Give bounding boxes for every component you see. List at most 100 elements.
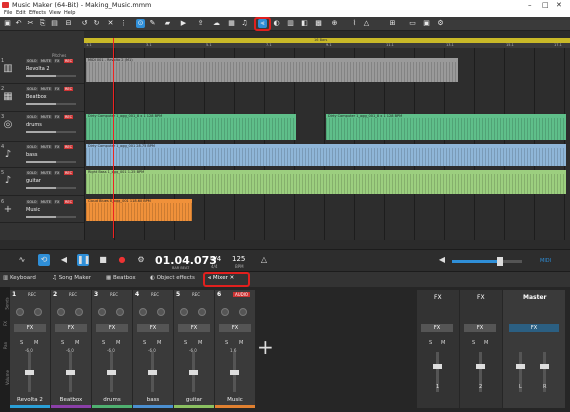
- loop-icon[interactable]: ⟲: [38, 254, 50, 266]
- send-knob[interactable]: [75, 308, 83, 316]
- time-signature[interactable]: 4/4: [210, 255, 221, 263]
- trim-icon[interactable]: ⊟: [64, 19, 73, 28]
- channel-rec-label[interactable]: REC: [69, 292, 77, 297]
- mute-button[interactable]: M: [34, 340, 38, 346]
- rec-button[interactable]: REC: [64, 145, 74, 149]
- send-knob[interactable]: [239, 308, 247, 316]
- send-knob[interactable]: [157, 308, 165, 316]
- track-header[interactable]: 6 + SOLO MUTE FX REC Music: [0, 199, 84, 223]
- track-header[interactable]: 3 ◎ SOLO MUTE FX REC drums: [0, 114, 84, 142]
- midi-label[interactable]: MIDI: [540, 258, 551, 264]
- menu-file[interactable]: File: [4, 10, 12, 17]
- rec-button[interactable]: REC: [64, 115, 74, 119]
- tab-object-effects[interactable]: ◐ Object effects: [150, 275, 195, 281]
- master-fx-button[interactable]: FX: [509, 324, 559, 332]
- cut-icon[interactable]: ✂: [26, 19, 35, 28]
- mute-button[interactable]: MUTE: [40, 200, 52, 204]
- rec-button[interactable]: REC: [64, 171, 74, 175]
- bpm-value[interactable]: 125: [232, 255, 245, 263]
- channel-fx-button[interactable]: FX: [14, 324, 46, 332]
- fx-button[interactable]: FX: [54, 145, 61, 149]
- media-icon[interactable]: ▭: [408, 19, 417, 28]
- send-knob[interactable]: [139, 308, 147, 316]
- track-volume-slider[interactable]: [26, 187, 76, 189]
- settings-icon[interactable]: ⚙: [436, 19, 445, 28]
- send-knob[interactable]: [57, 308, 65, 316]
- preview-icon[interactable]: ⊞: [388, 19, 397, 28]
- mute-button[interactable]: M: [239, 340, 243, 346]
- channel-fader[interactable]: [148, 352, 157, 392]
- keyboard-toolbar-icon[interactable]: ▥: [286, 19, 295, 28]
- channel-fader[interactable]: [25, 352, 34, 392]
- fx-return-button[interactable]: FX: [421, 324, 453, 332]
- close-button[interactable]: ✕: [556, 0, 562, 10]
- solo-button[interactable]: SOLO: [26, 59, 38, 63]
- minimize-button[interactable]: –: [528, 0, 532, 10]
- playhead[interactable]: [113, 38, 114, 238]
- maximize-button[interactable]: □: [542, 0, 549, 10]
- send-knob[interactable]: [116, 308, 124, 316]
- solo-button[interactable]: S: [143, 340, 146, 346]
- track-volume-slider[interactable]: [26, 103, 76, 105]
- audio-clip[interactable]: MIDI 001 - Revolta 2 (M1): [86, 58, 458, 82]
- mute-button[interactable]: M: [484, 340, 488, 346]
- channel-fx-button[interactable]: FX: [137, 324, 169, 332]
- send-knob[interactable]: [198, 308, 206, 316]
- upload-icon[interactable]: ⇪: [196, 19, 205, 28]
- channel-rec-label[interactable]: REC: [28, 292, 36, 297]
- rec-button[interactable]: REC: [64, 200, 74, 204]
- mute-button[interactable]: MUTE: [40, 171, 52, 175]
- solo-button[interactable]: SOLO: [26, 115, 38, 119]
- track-header[interactable]: 4 ♪ SOLO MUTE FX REC bass: [0, 144, 84, 168]
- solo-button[interactable]: SOLO: [26, 145, 38, 149]
- paste-icon[interactable]: ▤: [50, 19, 59, 28]
- save-icon[interactable]: ▣: [3, 19, 12, 28]
- fx-button[interactable]: FX: [54, 87, 61, 91]
- delete-icon[interactable]: ✕: [106, 19, 115, 28]
- pause-icon[interactable]: ❚❚: [77, 254, 90, 266]
- audio-clip[interactable]: Cloud Blues 8_ogg_001 118.60 BPM: [86, 199, 192, 221]
- rec-button[interactable]: REC: [64, 87, 74, 91]
- stop-icon[interactable]: ■: [97, 254, 109, 266]
- add-channel-icon[interactable]: +: [257, 335, 274, 359]
- send-knob[interactable]: [34, 308, 42, 316]
- redo-icon[interactable]: ↻: [92, 19, 101, 28]
- send-knob[interactable]: [221, 308, 229, 316]
- audio-clip[interactable]: Dirty Computer 1_ogg_001_8 x 1 128 BPM: [86, 114, 296, 140]
- tab-beatbox[interactable]: ▦ Beatbox: [106, 275, 136, 281]
- track-header[interactable]: 1 ▥ SOLO MUTE FX REC Revolta 2: [0, 58, 84, 84]
- track-header[interactable]: 5 ♪ SOLO MUTE FX REC guitar: [0, 170, 84, 196]
- waveform-icon[interactable]: ∿: [16, 254, 28, 266]
- song-maker-icon[interactable]: ♫: [240, 19, 249, 28]
- audio-clip[interactable]: Dirty Computer 1_ogg_001 28.75 BPM: [86, 144, 566, 166]
- channel-fx-button[interactable]: FX: [55, 324, 87, 332]
- send-knob[interactable]: [180, 308, 188, 316]
- solo-button[interactable]: S: [429, 340, 432, 346]
- menu-help[interactable]: Help: [64, 10, 75, 17]
- mute-button[interactable]: M: [116, 340, 120, 346]
- solo-button[interactable]: S: [61, 340, 64, 346]
- undo-icon[interactable]: ↶: [14, 19, 23, 28]
- record-icon[interactable]: ●: [116, 254, 128, 266]
- tab-song-maker[interactable]: ♫ Song Maker: [52, 275, 91, 281]
- mute-button[interactable]: M: [157, 340, 161, 346]
- channel-fx-button[interactable]: FX: [96, 324, 128, 332]
- tab-keyboard[interactable]: ▥ Keyboard: [3, 275, 36, 281]
- piano-roll-icon[interactable]: ▦: [227, 19, 236, 28]
- track-volume-slider[interactable]: [26, 75, 76, 77]
- track-volume-slider[interactable]: [26, 216, 76, 218]
- channel-fader[interactable]: [189, 352, 198, 392]
- channel-rec-label[interactable]: REC: [151, 292, 159, 297]
- rec-button[interactable]: REC: [64, 59, 74, 63]
- fx-return-button[interactable]: FX: [464, 324, 496, 332]
- menu-effects[interactable]: Effects: [29, 10, 46, 17]
- snap-icon[interactable]: ⌇: [350, 19, 359, 28]
- solo-button[interactable]: S: [20, 340, 23, 346]
- audio-clip[interactable]: Dirty Computer 1_ogg_001_8 x 1 128 BPM: [326, 114, 566, 140]
- mute-button[interactable]: MUTE: [40, 87, 52, 91]
- copy-icon[interactable]: ⎘: [38, 19, 47, 28]
- menu-edit[interactable]: Edit: [16, 10, 26, 17]
- volume-handle[interactable]: [497, 257, 503, 266]
- channel-rec-label[interactable]: AUDIO: [233, 292, 251, 297]
- video-icon[interactable]: ▶: [179, 19, 188, 28]
